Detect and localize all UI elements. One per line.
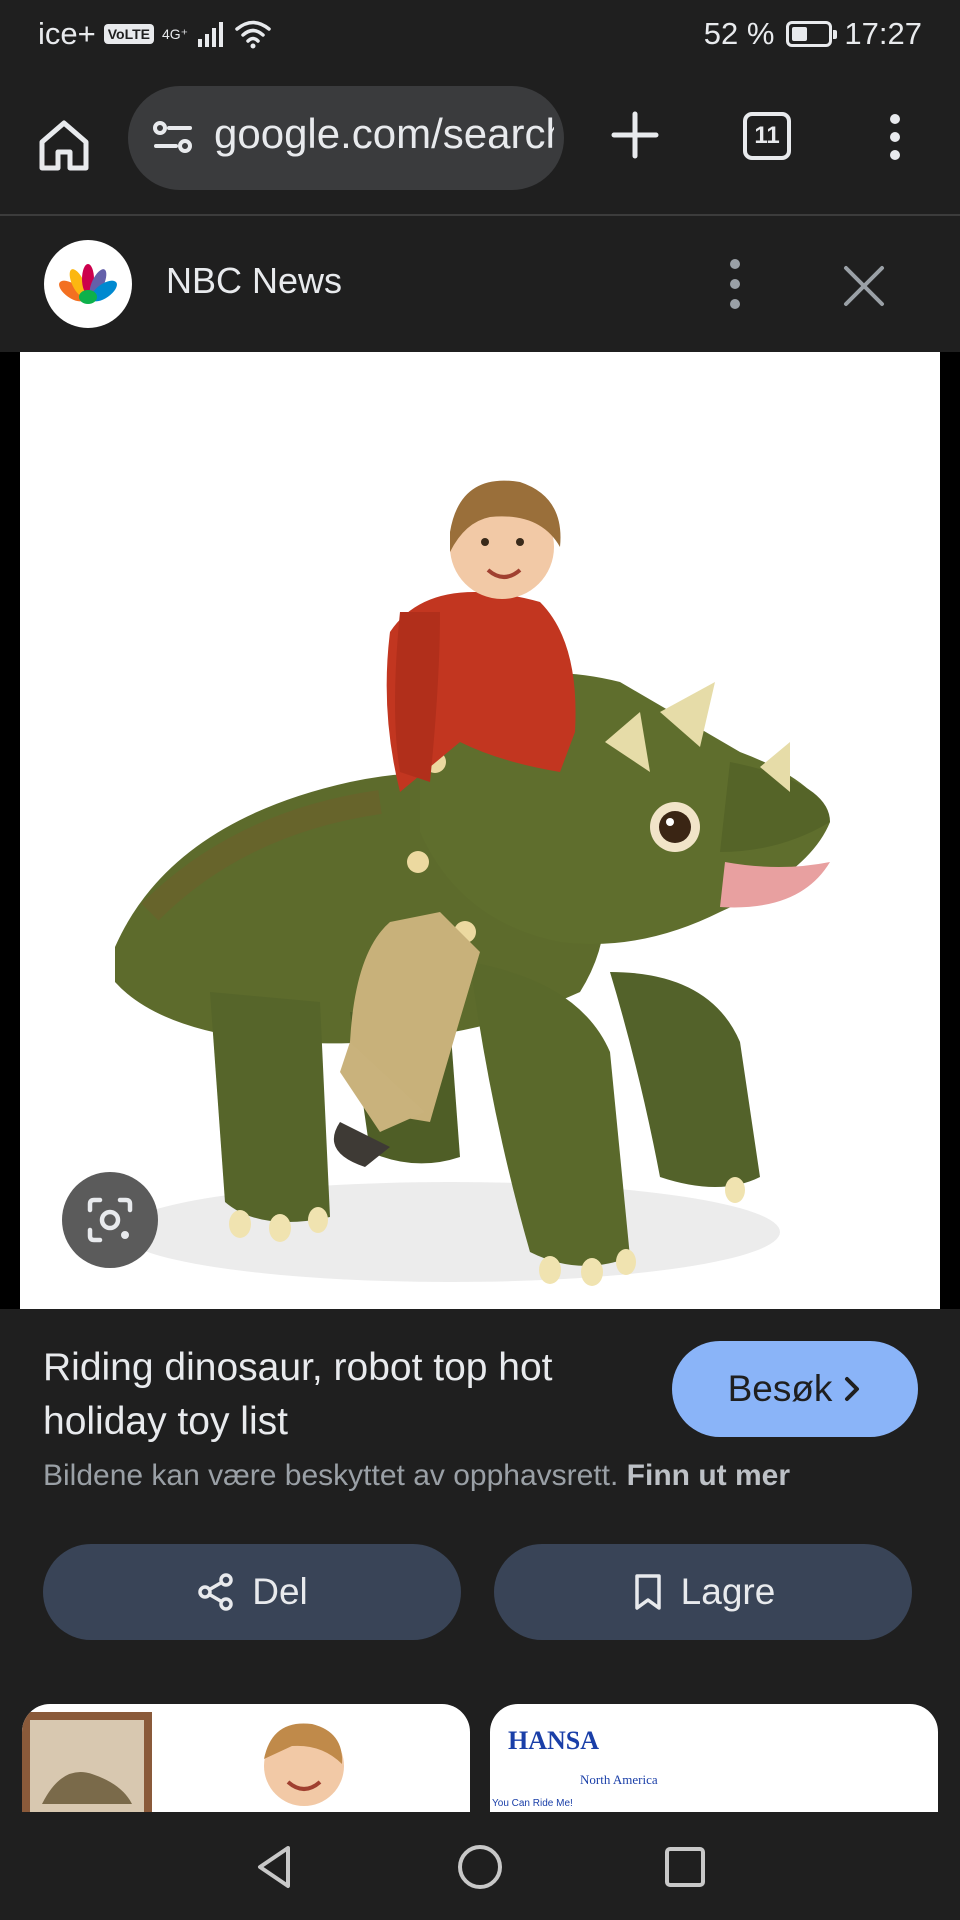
- share-label: Del: [252, 1571, 308, 1612]
- url-text[interactable]: google.com/search: [214, 110, 554, 158]
- bookmark-icon: [634, 1574, 661, 1610]
- status-bar: ice+ VoLTE 4G⁺ 52 % 17:27: [0, 0, 960, 68]
- signal-icon: [198, 22, 224, 47]
- url-bar[interactable]: google.com/search: [128, 86, 564, 190]
- share-button[interactable]: Del: [43, 1544, 461, 1640]
- lens-icon: [87, 1197, 133, 1243]
- visit-button[interactable]: Besøk: [672, 1341, 918, 1437]
- related-thumb-2[interactable]: HANSA North America You Can Ride Me!: [490, 1704, 938, 1812]
- save-label: Lagre: [680, 1571, 776, 1612]
- nbc-logo[interactable]: [44, 240, 132, 328]
- system-nav-bar: [0, 1812, 960, 1920]
- share-icon: [198, 1573, 233, 1611]
- tune-icon[interactable]: [152, 118, 194, 158]
- copyright-notice: Bildene kan være beskyttet av opphavsret…: [43, 1459, 790, 1493]
- battery-icon: [786, 21, 838, 47]
- network-type-label: 4G⁺: [162, 26, 189, 42]
- home-icon[interactable]: [34, 114, 94, 174]
- browser-toolbar: google.com/search 11: [0, 68, 960, 216]
- related-images: HANSA North America You Can Ride Me!: [0, 1700, 960, 1812]
- wifi-icon: [235, 20, 271, 49]
- related-thumb-1[interactable]: [22, 1704, 470, 1812]
- battery-percent: 52 %: [703, 16, 775, 51]
- home-nav-icon[interactable]: [455, 1842, 505, 1892]
- more-vert-icon[interactable]: [880, 112, 910, 162]
- back-icon[interactable]: [250, 1842, 300, 1892]
- carrier-label: ice+: [38, 16, 96, 51]
- result-title[interactable]: Riding dinosaur, robot top hot holiday t…: [43, 1341, 603, 1449]
- chevron-right-icon: [845, 1377, 860, 1401]
- status-left: ice+ VoLTE 4G⁺: [38, 16, 272, 52]
- result-image[interactable]: [20, 352, 940, 1309]
- visit-label: Besøk: [727, 1368, 833, 1409]
- volte-badge: VoLTE: [103, 24, 154, 44]
- recents-icon[interactable]: [660, 1842, 710, 1892]
- image-viewer: [0, 352, 960, 1309]
- tab-switcher-button[interactable]: 11: [743, 112, 791, 160]
- source-header: NBC News: [0, 216, 960, 352]
- source-name[interactable]: NBC News: [166, 260, 342, 302]
- dinosaur-toy-illustration: [115, 480, 830, 1286]
- google-lens-button[interactable]: [62, 1172, 158, 1268]
- hansa-tagline: You Can Ride Me!: [492, 1798, 573, 1809]
- result-info: Riding dinosaur, robot top hot holiday t…: [0, 1309, 960, 1709]
- status-right: 52 % 17:27: [704, 16, 922, 52]
- nbc-peacock-icon: [59, 264, 117, 304]
- hansa-brand: HANSA: [508, 1726, 600, 1755]
- related-thumb-1-image: [22, 1712, 344, 1812]
- clock: 17:27: [844, 16, 922, 51]
- source-more-icon[interactable]: [720, 256, 750, 312]
- learn-more-link[interactable]: Finn ut mer: [627, 1459, 790, 1492]
- close-icon[interactable]: [838, 260, 890, 312]
- plus-icon[interactable]: [610, 110, 660, 160]
- copyright-text: Bildene kan være beskyttet av opphavsret…: [43, 1459, 619, 1492]
- hansa-sub: North America: [580, 1772, 658, 1787]
- save-button[interactable]: Lagre: [494, 1544, 912, 1640]
